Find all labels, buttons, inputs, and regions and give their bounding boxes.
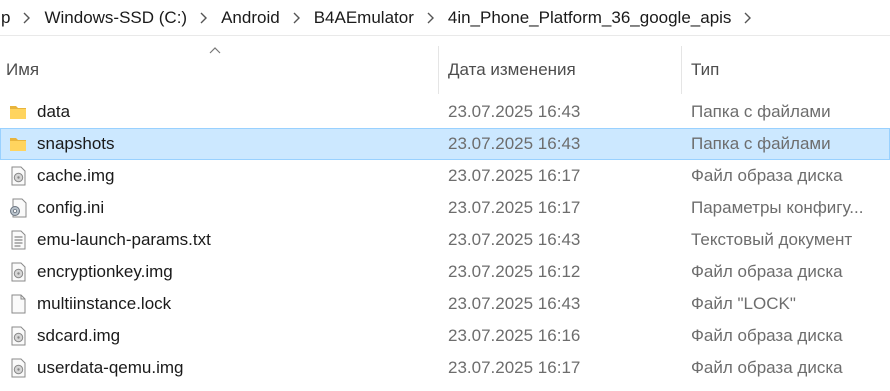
file-name: emu-launch-params.txt <box>37 230 211 249</box>
breadcrumb: p Windows-SSD (C:) Android B4AEmulator 4… <box>0 0 890 36</box>
file-modified-date: 23.07.2025 16:17 <box>448 166 581 185</box>
file-list: data 23.07.2025 16:43 Папка с файлами snaps… <box>0 96 890 384</box>
file-modified-date: 23.07.2025 16:43 <box>448 230 581 249</box>
text-file-icon <box>7 229 29 251</box>
file-name: data <box>37 102 71 121</box>
breadcrumb-item-b4aemulator[interactable]: B4AEmulator <box>309 8 419 28</box>
column-header-name[interactable]: Имя <box>0 46 438 94</box>
folder-icon <box>7 101 29 123</box>
file-type: Файл образа диска <box>691 326 843 345</box>
folder-icon <box>7 133 29 155</box>
breadcrumb-item-android[interactable]: Android <box>216 8 285 28</box>
file-name: userdata-qemu.img <box>37 358 184 377</box>
file-type: Папка с файлами <box>691 134 831 153</box>
disk-image-icon <box>7 325 29 347</box>
file-row[interactable]: config.ini 23.07.2025 16:17 Параметры конф… <box>0 192 890 224</box>
file-modified-date: 23.07.2025 16:17 <box>448 358 581 377</box>
settings-file-icon <box>7 197 29 219</box>
file-type: Текстовый документ <box>691 230 853 249</box>
file-name: cache.img <box>37 166 115 185</box>
file-modified-date: 23.07.2025 16:17 <box>448 198 581 217</box>
chevron-right-icon[interactable] <box>192 12 216 24</box>
column-header-date[interactable]: Дата изменения <box>438 46 681 94</box>
column-header-type[interactable]: Тип <box>681 46 890 94</box>
file-name: config.ini <box>37 198 105 217</box>
file-type: Файл образа диска <box>691 166 843 185</box>
column-header-row: Имя Дата изменения Тип <box>0 46 890 94</box>
breadcrumb-item-drive[interactable]: Windows-SSD (C:) <box>39 8 192 28</box>
file-type: Папка с файлами <box>691 102 831 121</box>
file-modified-date: 23.07.2025 16:12 <box>448 262 581 281</box>
file-modified-date: 23.07.2025 16:16 <box>448 326 581 345</box>
file-row[interactable]: encryptionkey.img 23.07.2025 16:12 Файл об… <box>0 256 890 288</box>
disk-image-icon <box>7 261 29 283</box>
file-row[interactable]: data 23.07.2025 16:43 Папка с файлами <box>0 96 890 128</box>
file-modified-date: 23.07.2025 16:43 <box>448 134 581 153</box>
breadcrumb-item-current-folder[interactable]: 4in_Phone_Platform_36_google_apis <box>443 8 737 28</box>
file-name: snapshots <box>37 134 115 153</box>
chevron-right-icon[interactable] <box>15 12 39 24</box>
file-type: Файл "LOCK" <box>691 294 796 313</box>
file-name: encryptionkey.img <box>37 262 173 281</box>
file-modified-date: 23.07.2025 16:43 <box>448 294 581 313</box>
file-row[interactable]: emu-launch-params.txt 23.07.2025 16:43 Тек… <box>0 224 890 256</box>
file-row[interactable]: sdcard.img 23.07.2025 16:16 Файл образа ди… <box>0 320 890 352</box>
file-row[interactable]: snapshots 23.07.2025 16:43 Папка с файлами <box>0 128 890 160</box>
file-modified-date: 23.07.2025 16:43 <box>448 102 581 121</box>
disk-image-icon <box>7 165 29 187</box>
file-type: Файл образа диска <box>691 358 843 377</box>
file-row[interactable]: cache.img 23.07.2025 16:17 Файл образа дис… <box>0 160 890 192</box>
chevron-right-icon[interactable] <box>285 12 309 24</box>
file-row[interactable]: userdata-qemu.img 23.07.2025 16:17 Файл об… <box>0 352 890 384</box>
file-type: Файл образа диска <box>691 262 843 281</box>
chevron-right-icon[interactable] <box>419 12 443 24</box>
disk-image-icon <box>7 357 29 379</box>
file-name: multiinstance.lock <box>37 294 172 313</box>
breadcrumb-item-partial[interactable]: p <box>0 8 15 28</box>
file-name: sdcard.img <box>37 326 121 345</box>
blank-file-icon <box>7 293 29 315</box>
file-type: Параметры конфигу... <box>691 198 864 217</box>
chevron-right-icon[interactable] <box>736 12 760 24</box>
file-row[interactable]: multiinstance.lock 23.07.2025 16:43 Файл "… <box>0 288 890 320</box>
